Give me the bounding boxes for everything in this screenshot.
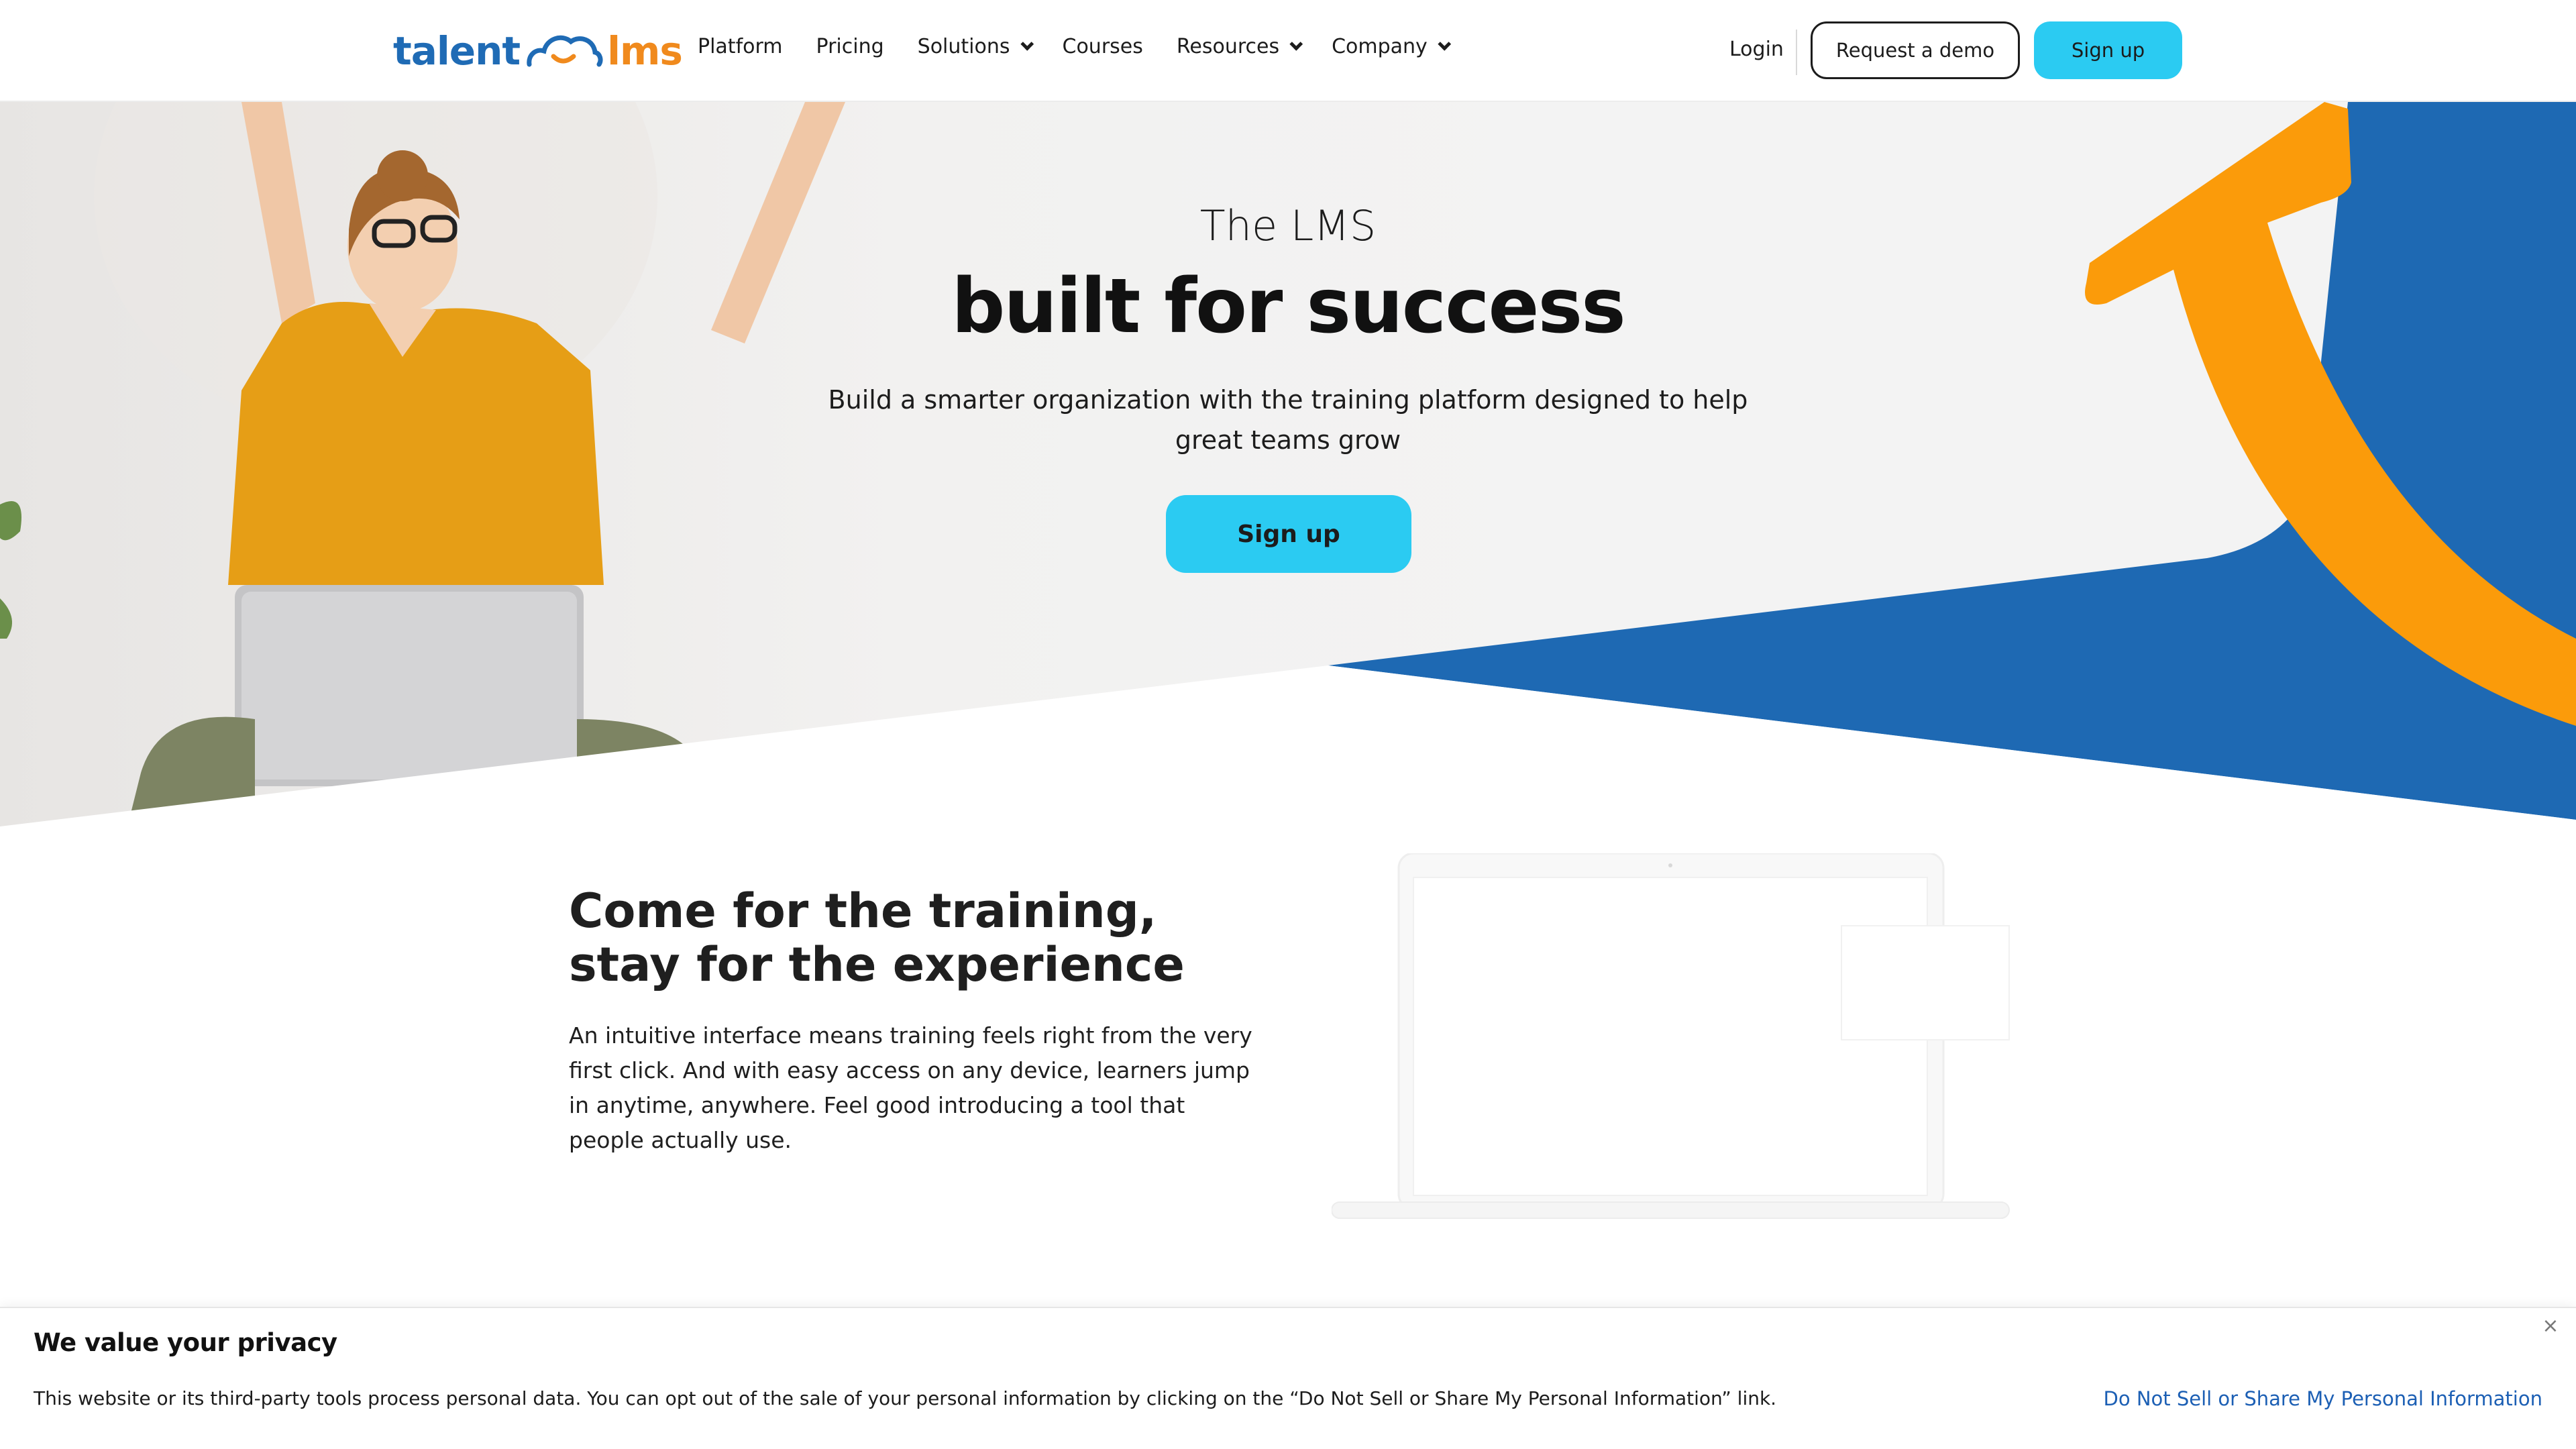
feature-title-line1: Come for the training, — [569, 883, 1157, 938]
request-demo-button[interactable]: Request a demo — [1811, 21, 2020, 79]
nav-resources[interactable]: Resources — [1176, 35, 1303, 58]
feature-title-line2: stay for the experience — [569, 937, 1185, 992]
chevron-down-icon — [1438, 37, 1451, 51]
nav-courses[interactable]: Courses — [1063, 35, 1143, 58]
header-divider — [1796, 30, 1797, 75]
feature-title: Come for the training, stay for the expe… — [569, 884, 1307, 991]
logo-text-lms: lms — [607, 28, 683, 74]
cookie-banner: We value your privacy This website or it… — [0, 1307, 2576, 1449]
close-icon[interactable]: × — [2537, 1312, 2564, 1339]
nav-courses-label: Courses — [1062, 35, 1143, 58]
nav-solutions[interactable]: Solutions — [917, 35, 1034, 58]
nav-platform-label: Platform — [698, 35, 783, 58]
feature-text: An intuitive interface means training fe… — [569, 1022, 1252, 1153]
login-link[interactable]: Login — [1729, 38, 1784, 61]
logo-cloud-icon — [527, 35, 603, 67]
main-nav: Platform Pricing Solutions Courses Resou… — [698, 35, 1451, 58]
nav-company-label: Company — [1332, 35, 1428, 58]
nav-company[interactable]: Company — [1332, 35, 1451, 58]
nav-pricing-label: Pricing — [816, 35, 884, 58]
hero-title: built for success — [951, 263, 1626, 350]
header-signup-button[interactable]: Sign up — [2034, 21, 2182, 79]
hero-subtitle: The LMS — [1199, 201, 1377, 250]
nav-solutions-label: Solutions — [917, 35, 1010, 58]
nav-platform[interactable]: Platform — [698, 35, 783, 58]
hero-description: Build a smarter organization with the tr… — [828, 385, 1748, 455]
hero-signup-button[interactable]: Sign up — [1166, 495, 1411, 573]
nav-pricing[interactable]: Pricing — [816, 35, 884, 58]
chevron-down-icon — [1289, 37, 1303, 51]
hero-section: The LMS built for success Build a smarte… — [0, 102, 2576, 826]
site-header: talent lms Platform Pricing Solutions Co… — [0, 0, 2576, 102]
logo-text-talent: talent — [393, 28, 521, 74]
nav-resources-label: Resources — [1176, 35, 1280, 58]
cookie-title: We value your privacy — [34, 1328, 337, 1357]
talentlms-logo[interactable]: talent lms — [393, 24, 683, 78]
chevron-down-icon — [1020, 37, 1034, 51]
laptop-mockup-image — [1332, 853, 2010, 1219]
cookie-text: This website or its third-party tools pr… — [34, 1387, 1777, 1409]
do-not-sell-link[interactable]: Do Not Sell or Share My Personal Informa… — [2104, 1387, 2542, 1410]
